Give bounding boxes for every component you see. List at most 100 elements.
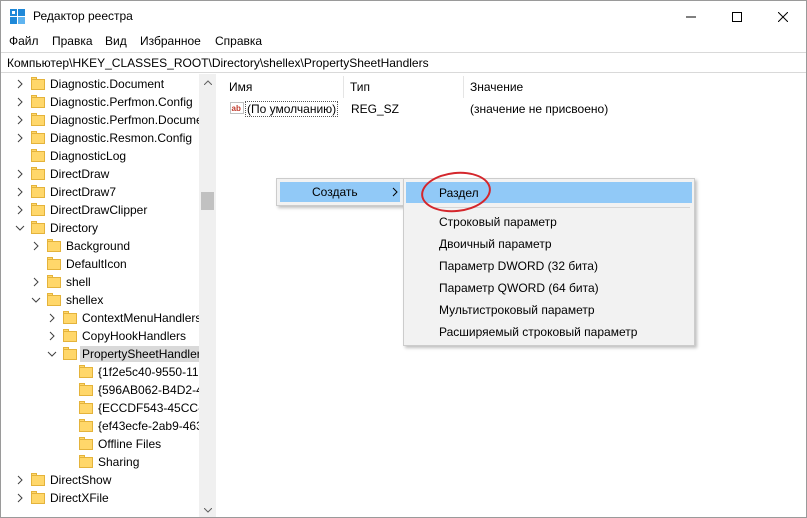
tree-item[interactable]: ContextMenuHandlers (1, 309, 201, 327)
column-header-value[interactable]: Значение (464, 74, 523, 98)
chevron-down-icon (203, 508, 212, 513)
minimize-icon (686, 16, 696, 17)
submenu-item-label: Параметр QWORD (64 бита) (439, 281, 599, 295)
tree-item-label: {ef43ecfe-2ab9-463 (98, 419, 203, 433)
window-title: Редактор реестра (33, 9, 133, 23)
tree-item[interactable]: DirectShow (1, 471, 201, 489)
chevron-right-icon[interactable] (15, 187, 25, 197)
scroll-down-button[interactable] (199, 502, 216, 517)
submenu-item-label: Строковый параметр (439, 215, 557, 229)
submenu-item-string-value[interactable]: Строковый параметр (406, 211, 692, 232)
chevron-right-icon[interactable] (31, 277, 41, 287)
folder-icon (31, 203, 45, 216)
string-value-icon: ab (230, 102, 244, 114)
folder-icon (31, 77, 45, 90)
menu-item-create[interactable]: Создать (280, 182, 400, 202)
close-button[interactable] (760, 1, 806, 32)
folder-icon (79, 383, 93, 396)
tree-item[interactable]: DirectDraw7 (1, 183, 201, 201)
folder-icon (47, 239, 61, 252)
submenu-item-expandable-string-value[interactable]: Расширяемый строковый параметр (406, 321, 692, 342)
submenu-item-label: Двоичный параметр (439, 237, 552, 251)
tree-item[interactable]: {ef43ecfe-2ab9-463 (1, 417, 203, 435)
chevron-right-icon[interactable] (15, 97, 25, 107)
folder-icon (31, 95, 45, 108)
tree-item[interactable]: {1f2e5c40-9550-11ce (1, 363, 211, 381)
menu-view[interactable]: Вид (102, 34, 130, 48)
column-header-name[interactable]: Имя (223, 74, 252, 98)
folder-icon (79, 419, 93, 432)
tree-item-label: ContextMenuHandlers (82, 311, 202, 325)
tree-item-label: Sharing (98, 455, 140, 469)
chevron-right-icon[interactable] (47, 331, 57, 341)
folder-icon (63, 329, 77, 342)
tree-item-label: Diagnostic.Perfmon.Document (50, 113, 213, 127)
chevron-right-icon[interactable] (15, 205, 25, 215)
column-header-type[interactable]: Тип (344, 74, 370, 98)
submenu-item-dword-value[interactable]: Параметр DWORD (32 бита) (406, 255, 692, 276)
tree-item[interactable]: Diagnostic.Perfmon.Document (1, 111, 213, 129)
chevron-right-icon[interactable] (47, 313, 57, 323)
chevron-right-icon[interactable] (15, 79, 25, 89)
registry-editor-icon (10, 9, 25, 24)
tree-item-label: Diagnostic.Document (50, 77, 165, 91)
submenu-item-multi-string-value[interactable]: Мультистроковый параметр (406, 299, 692, 320)
tree-item[interactable]: shell (1, 273, 201, 291)
scroll-up-button[interactable] (199, 74, 216, 91)
submenu-item-binary-value[interactable]: Двоичный параметр (406, 233, 692, 254)
tree-item[interactable]: Diagnostic.Document (1, 75, 201, 93)
tree-item[interactable]: shellex (1, 291, 201, 309)
chevron-right-icon[interactable] (15, 115, 25, 125)
chevron-down-icon[interactable] (15, 223, 25, 233)
folder-icon (31, 131, 45, 144)
tree-item[interactable]: {ECCDF543-45CC-1 (1, 399, 209, 417)
chevron-right-icon[interactable] (15, 493, 25, 503)
chevron-right-icon[interactable] (15, 133, 25, 143)
maximize-button[interactable] (714, 1, 760, 32)
submenu-item-label: Мультистроковый параметр (439, 303, 595, 317)
tree-item[interactable]: DirectDraw (1, 165, 201, 183)
tree-item[interactable]: Diagnostic.Resmon.Config (1, 129, 201, 147)
chevron-right-icon[interactable] (15, 169, 25, 179)
tree-item-label: DefaultIcon (66, 257, 127, 271)
close-icon (778, 11, 788, 22)
menu-edit[interactable]: Правка (49, 34, 96, 48)
value-data: (значение не присвоено) (470, 102, 609, 116)
chevron-down-icon[interactable] (47, 349, 57, 359)
tree-item[interactable]: CopyHookHandlers (1, 327, 201, 345)
folder-icon (31, 113, 45, 126)
tree-item[interactable]: {596AB062-B4D2-42 (1, 381, 209, 399)
chevron-right-icon[interactable] (15, 475, 25, 485)
folder-icon (79, 437, 93, 450)
folder-icon (63, 347, 77, 360)
tree-item[interactable]: Offline Files (1, 435, 201, 453)
tree-item[interactable]: Directory (1, 219, 201, 237)
minimize-button[interactable] (668, 1, 714, 32)
tree-item[interactable]: Diagnostic.Perfmon.Config (1, 93, 201, 111)
folder-icon (31, 473, 45, 486)
scroll-thumb[interactable] (201, 192, 214, 210)
tree-scrollbar[interactable] (199, 74, 216, 517)
menu-file[interactable]: Файл (6, 34, 42, 48)
tree-item-label: {596AB062-B4D2-42 (98, 383, 210, 397)
tree-item[interactable]: PropertySheetHandlers (1, 345, 209, 363)
tree-item[interactable]: DirectXFile (1, 489, 201, 507)
chevron-right-icon[interactable] (31, 241, 41, 251)
tree-item[interactable]: DiagnosticLog (1, 147, 201, 165)
svg-text:ab: ab (232, 104, 241, 113)
tree-item[interactable]: DirectDrawClipper (1, 201, 201, 219)
context-menu: Создать (276, 178, 404, 206)
address-bar[interactable]: Компьютер\HKEY_CLASSES_ROOT\Directory\sh… (1, 52, 806, 73)
value-name[interactable]: (По умолчанию) (245, 101, 339, 117)
registry-editor-window: Редактор реестра Файл Правка Вид Избранн… (0, 0, 807, 518)
submenu-item-qword-value[interactable]: Параметр QWORD (64 бита) (406, 277, 692, 298)
tree-item[interactable]: Sharing (1, 453, 201, 471)
menu-favorites[interactable]: Избранное (137, 34, 204, 48)
tree-item-label: DiagnosticLog (50, 149, 127, 163)
tree-item[interactable]: Background (1, 237, 201, 255)
maximize-icon (732, 11, 742, 22)
folder-icon (31, 221, 45, 234)
chevron-down-icon[interactable] (31, 295, 41, 305)
menu-help[interactable]: Справка (212, 34, 265, 48)
tree-item[interactable]: DefaultIcon (1, 255, 201, 273)
